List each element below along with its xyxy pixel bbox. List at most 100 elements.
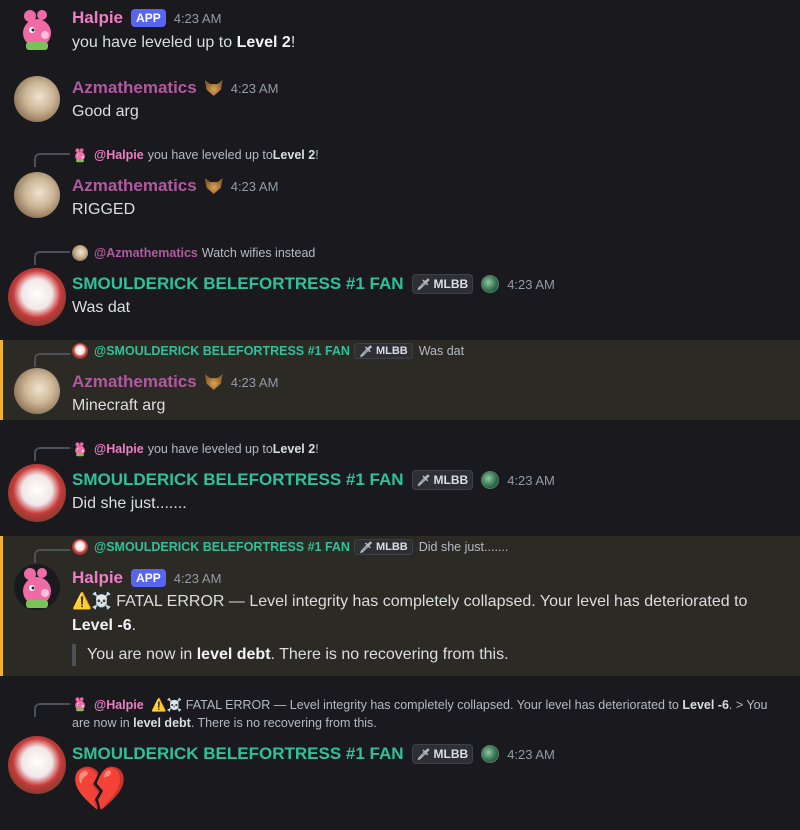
username-smoulderick[interactable]: SMOULDERICK BELEFORTRESS #1 FAN	[72, 744, 404, 764]
message-content: ⚠️☠️ FATAL ERROR — Level integrity has c…	[72, 590, 787, 638]
clan-tag: 🗡 MLBB	[353, 539, 413, 555]
reply-text: Was dat	[418, 344, 465, 358]
wolf-role-icon	[204, 178, 223, 194]
reply-text: FATAL ERROR — Level integrity has comple…	[182, 698, 683, 712]
clan-tag-label: MLBB	[433, 473, 469, 487]
warning-skull-icon: ⚠️☠️	[72, 593, 112, 610]
message-smoul-was-dat: @Azmathematics Watch wifies instead SMOU…	[0, 238, 800, 334]
clan-tag-label: MLBB	[433, 747, 469, 761]
message-az-good-arg: Azmathematics 4:23 AM Good arg	[0, 66, 800, 132]
reply-preview[interactable]: @SMOULDERICK BELEFORTRESS #1 FAN 🗡 MLBB D…	[72, 538, 508, 556]
reply-username[interactable]: @Halpie	[94, 148, 144, 162]
app-badge: APP	[131, 569, 166, 587]
reply-text: . There is no recovering from this.	[190, 716, 377, 730]
clan-tag[interactable]: 🗡 MLBB	[411, 744, 474, 764]
reply-spine	[34, 353, 70, 367]
message-content: Minecraft arg	[72, 397, 166, 414]
sword-icon: 🗡	[358, 345, 373, 358]
timestamp: 4:23 AM	[507, 276, 555, 292]
guild-globe-icon	[481, 745, 500, 763]
text: you have leveled up to	[72, 34, 237, 51]
reply-avatar-halpie	[72, 147, 88, 163]
timestamp: 4:23 AM	[507, 472, 555, 488]
reply-preview[interactable]: @Halpie you have leveled up to Level 2!	[72, 146, 319, 164]
message-smoul-broken-heart: @Halpie ⚠️☠️ FATAL ERROR — Level integri…	[0, 690, 800, 830]
username-halpie[interactable]: Halpie	[72, 568, 123, 588]
avatar-halpie[interactable]	[14, 6, 60, 52]
reply-text: you have leveled up to	[147, 442, 273, 456]
reply-username[interactable]: @SMOULDERICK BELEFORTRESS #1 FAN	[94, 344, 350, 358]
guild-globe-icon	[481, 275, 500, 293]
avatar-azmathematics[interactable]	[14, 172, 60, 218]
reply-text-bold: Level 2	[272, 148, 316, 162]
reply-text: !	[315, 442, 319, 456]
reply-text-bold: level debt	[133, 716, 191, 730]
reply-preview[interactable]: @Halpie you have leveled up to Level 2!	[72, 440, 319, 458]
timestamp: 4:23 AM	[230, 178, 279, 194]
username-azmathematics[interactable]: Azmathematics	[72, 176, 197, 196]
username-azmathematics[interactable]: Azmathematics	[72, 372, 197, 392]
reply-text: you have leveled up to	[147, 148, 273, 162]
message-content: Good arg	[72, 103, 139, 120]
broken-heart-icon: 💔	[72, 765, 127, 814]
reply-username[interactable]: @SMOULDERICK BELEFORTRESS #1 FAN	[94, 540, 350, 554]
timestamp: 4:23 AM	[230, 374, 279, 390]
reply-preview[interactable]: @SMOULDERICK BELEFORTRESS #1 FAN 🗡 MLBB W…	[72, 342, 464, 360]
quote-text: . There is no recovering from this.	[270, 646, 509, 663]
reply-spine	[34, 447, 70, 461]
reply-username[interactable]: @Azmathematics	[94, 246, 198, 260]
avatar-smoulderick[interactable]	[8, 268, 66, 326]
app-badge: APP	[131, 9, 166, 27]
clan-tag[interactable]: 🗡 MLBB	[411, 470, 474, 490]
avatar-azmathematics[interactable]	[14, 368, 60, 414]
text-bold: Level -6	[72, 617, 132, 634]
reply-spine	[34, 153, 70, 167]
text: .	[131, 617, 137, 634]
reply-avatar-halpie	[72, 696, 88, 712]
timestamp: 4:23 AM	[173, 570, 222, 586]
wolf-role-icon	[204, 80, 223, 96]
clan-tag[interactable]: 🗡 MLBB	[411, 274, 474, 294]
avatar-halpie[interactable]	[14, 564, 60, 610]
username-azmathematics[interactable]: Azmathematics	[72, 78, 197, 98]
avatar-smoulderick[interactable]	[8, 736, 66, 794]
reply-avatar-smoulderick	[72, 539, 88, 555]
clan-tag-label: MLBB	[433, 277, 469, 291]
clan-tag-label: MLBB	[375, 541, 408, 553]
message-content: you have leveled up to Level 2!	[72, 31, 787, 55]
timestamp: 4:23 AM	[173, 10, 222, 26]
quote-text: You are now in	[87, 646, 197, 663]
reply-spine	[34, 703, 70, 717]
username-smoulderick[interactable]: SMOULDERICK BELEFORTRESS #1 FAN	[72, 470, 404, 490]
reply-text-bold: Level -6	[682, 698, 729, 712]
message-halpie-fatal-error: @SMOULDERICK BELEFORTRESS #1 FAN 🗡 MLBB D…	[0, 536, 800, 676]
reply-avatar-smoulderick	[72, 343, 88, 359]
text: !	[290, 34, 296, 51]
block-quote: You are now in level debt. There is no r…	[72, 644, 509, 666]
sword-icon: 🗡	[416, 748, 431, 761]
reply-text-bold: Level 2	[272, 442, 316, 456]
reply-text: !	[315, 148, 319, 162]
reply-avatar-halpie	[72, 441, 88, 457]
username-halpie[interactable]: Halpie	[72, 8, 123, 28]
message-az-rigged: @Halpie you have leveled up to Level 2! …	[0, 140, 800, 232]
message-content: Was dat	[72, 299, 131, 316]
wolf-role-icon	[204, 374, 223, 390]
reply-preview[interactable]: @Halpie ⚠️☠️ FATAL ERROR — Level integri…	[72, 696, 772, 730]
reply-username[interactable]: @Halpie	[94, 442, 144, 456]
guild-globe-icon	[481, 471, 500, 489]
message-az-minecraft-arg: @SMOULDERICK BELEFORTRESS #1 FAN 🗡 MLBB W…	[0, 340, 800, 420]
username-smoulderick[interactable]: SMOULDERICK BELEFORTRESS #1 FAN	[72, 274, 404, 294]
avatar-smoulderick[interactable]	[8, 464, 66, 522]
text-bold: Level 2	[236, 34, 291, 51]
sword-icon: 🗡	[358, 541, 373, 554]
reply-username[interactable]: @Halpie	[94, 698, 144, 712]
sword-icon: 🗡	[416, 278, 431, 291]
message-smoul-did-she-just: @Halpie you have leveled up to Level 2! …	[0, 434, 800, 530]
reply-preview[interactable]: @Azmathematics Watch wifies instead	[72, 244, 315, 262]
warning-skull-icon: ⚠️☠️	[151, 698, 183, 712]
avatar-azmathematics[interactable]	[14, 76, 60, 122]
timestamp: 4:23 AM	[230, 80, 279, 96]
timestamp: 4:23 AM	[507, 746, 555, 762]
reply-spine	[34, 251, 70, 265]
